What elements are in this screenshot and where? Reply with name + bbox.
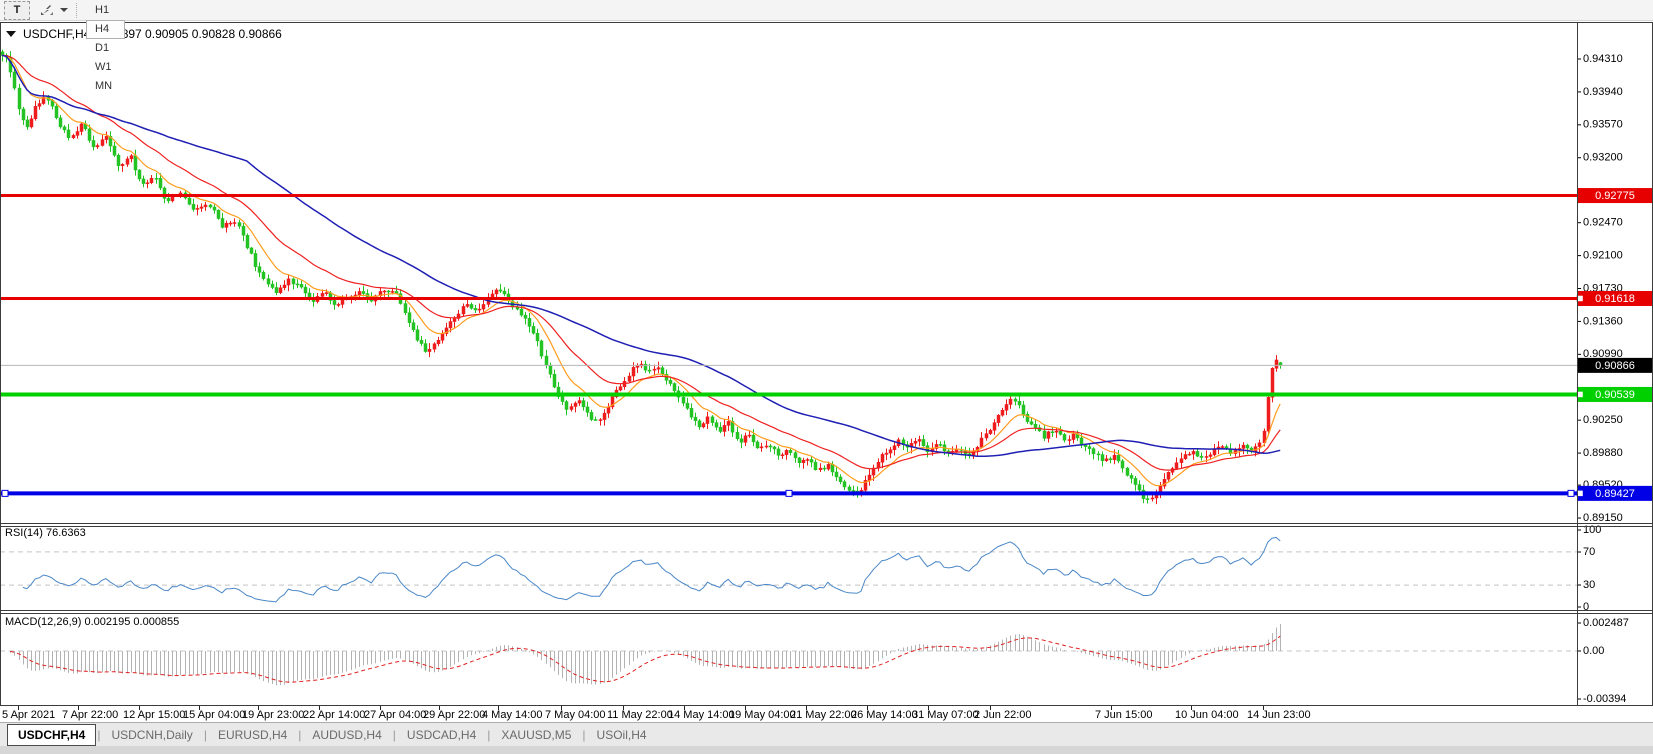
chart-tab-usdchf[interactable]: USDCHF,H4 [7,724,96,746]
price-axis-label: 0.90250 [1583,414,1623,426]
symbol-dropdown-icon[interactable] [6,31,16,37]
chart-tab-bar: USDCHF,H4|USDCNH,Daily|EURUSD,H4|AUDUSD,… [0,722,1653,746]
price-axis-label: 0.93570 [1583,119,1623,131]
chart-canvas: 0.94310 0.93940 0.93570 0.93200 0.92470 0.921… [0,0,1653,754]
time-axis-label: 15 Apr 04:00 [183,709,245,721]
price-axis-label: 0.91360 [1583,315,1623,327]
toolbar-separator [76,3,79,18]
arrows-tool-icon [40,3,56,17]
time-axis-label: 29 Apr 22:00 [423,709,485,721]
chart-title-symbol: USDCHF,H4 [23,27,90,41]
time-axis-label: 7 Jun 15:00 [1095,709,1153,721]
macd-axis-label: -0.00394 [1583,693,1626,705]
timeframe-button-group: M1M5M15M30H1H4D1W1MN [86,0,125,96]
line-handle[interactable] [2,490,8,496]
time-axis-label: 19 Apr 23:00 [242,709,304,721]
time-axis-label: 21 May 22:00 [790,709,857,721]
chart-tab-xauusd[interactable]: XAUUSD,M5 [491,725,581,745]
time-axis-label: 12 Apr 15:00 [123,709,185,721]
time-axis-label: 7 May 04:00 [545,709,606,721]
time-axis-label: 22 Apr 14:00 [303,709,365,721]
time-axis-label: 31 May 07:00 [912,709,979,721]
price-axis-label: 0.89880 [1583,447,1623,459]
price-axis-label: 0.93940 [1583,86,1623,98]
status-strip [0,746,1653,754]
macd-axis-label: 0.00 [1583,645,1604,657]
macd-axis-label: 0.002487 [1583,617,1629,629]
price-tag-text: 0.89427 [1595,488,1635,500]
time-axis-label: 26 May 14:00 [851,709,918,721]
timeframe-button-h4[interactable]: H4 [86,20,125,39]
arrows-tool-button[interactable] [38,2,58,19]
rsi-axis-label: 0 [1583,601,1589,613]
line-handle[interactable] [786,490,792,496]
time-axis-label: 11 May 22:00 [607,709,673,721]
price-tag-text: 0.90866 [1595,360,1635,372]
time-axis-label: 19 May 04:00 [729,709,796,721]
time-axis-label: 4 May 14:00 [482,709,543,721]
time-axis-label: 14 May 14:00 [668,709,735,721]
main-toolbar: T M1M5M15M30H1H4D1W1MN [0,0,1653,21]
time-axis-label: 27 Apr 04:00 [364,709,426,721]
timeframe-button-d1[interactable]: D1 [86,39,125,58]
timeframe-button-h1[interactable]: H1 [86,1,125,20]
price-tag-text: 0.90539 [1595,389,1635,401]
price-tag-text: 0.92775 [1595,190,1635,202]
chart-tab-eurusd[interactable]: EURUSD,H4 [208,725,297,745]
price-axis-label: 0.93200 [1583,152,1623,164]
time-axis-label: 14 Jun 23:00 [1247,709,1311,721]
rsi-indicator-label: RSI(14) 76.6363 [5,527,86,539]
rsi-axis-label: 70 [1583,546,1595,558]
rsi-axis-label: 30 [1583,579,1595,591]
chart-tab-usdcad[interactable]: USDCAD,H4 [397,725,486,745]
chevron-down-icon[interactable] [60,8,68,12]
time-axis-label: 5 Apr 2021 [2,709,55,721]
chart-tab-usoil[interactable]: USOil,H4 [587,725,657,745]
line-handle[interactable] [1568,490,1574,496]
price-tag-text: 0.91618 [1595,293,1635,305]
chart-title: USDCHF,H4 0.90897 0.90905 0.90828 0.9086… [6,27,290,41]
time-axis: 5 Apr 2021 7 Apr 22:00 12 Apr 15:0015 Apr … [0,706,1577,722]
rsi-axis-label: 100 [1583,524,1601,536]
time-axis-label: 10 Jun 04:00 [1175,709,1239,721]
chart-title-ohlc: 0.90897 0.90905 0.90828 0.90866 [98,27,282,41]
time-axis-label: 7 Apr 22:00 [62,709,118,721]
text-tool-button[interactable]: T [4,1,30,20]
time-axis-label: 2 Jun 22:00 [974,709,1032,721]
macd-indicator-label: MACD(12,26,9) 0.002195 0.000855 [5,616,179,628]
chart-tab-usdcnh[interactable]: USDCNH,Daily [101,725,202,745]
price-axis-label: 0.89150 [1583,512,1623,524]
price-axis-label: 0.94310 [1583,53,1623,65]
price-axis-label: 0.92100 [1583,250,1623,262]
timeframe-button-mn[interactable]: MN [86,77,125,96]
chart-tab-audusd[interactable]: AUDUSD,H4 [302,725,391,745]
price-axis-label: 0.92470 [1583,217,1623,229]
timeframe-button-w1[interactable]: W1 [86,58,125,77]
